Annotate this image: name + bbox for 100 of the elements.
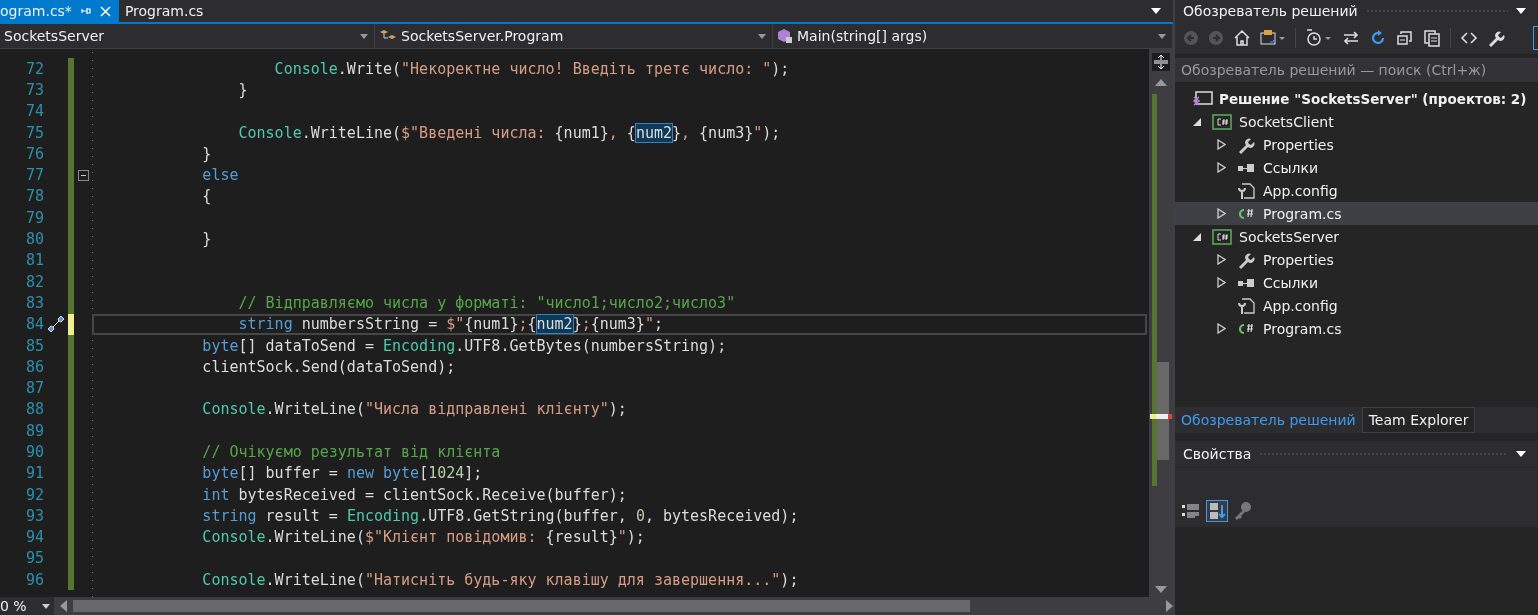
line-number: 76 <box>24 144 44 163</box>
scroll-right-icon[interactable] <box>1166 600 1173 612</box>
caret-icon[interactable] <box>360 33 368 39</box>
line-number: 73 <box>24 80 44 99</box>
code-line: // Відправляємо числа у форматі: "число1;число2;число3" <box>237 293 736 312</box>
code-line: } <box>201 230 212 249</box>
tree-item[interactable]: Program.cs <box>1175 202 1538 225</box>
categorized-icon[interactable] <box>1181 502 1201 520</box>
expander-icon[interactable] <box>1192 231 1202 242</box>
dropdown-arrow-icon[interactable] <box>1516 8 1526 14</box>
line-number: 95 <box>24 549 44 568</box>
wrench-icon[interactable] <box>1487 29 1505 47</box>
line-number: 92 <box>24 485 44 504</box>
tree-item[interactable]: App.config <box>1175 179 1538 202</box>
line-number: 86 <box>24 357 44 376</box>
home-icon[interactable] <box>1233 29 1251 47</box>
split-icon[interactable] <box>1152 53 1170 71</box>
tree-item[interactable]: App.config <box>1175 294 1538 317</box>
history-icon[interactable] <box>1305 29 1333 47</box>
scroll-up-icon[interactable] <box>1155 79 1167 86</box>
caret-icon[interactable] <box>758 33 766 39</box>
code-line: Console.WriteLine($"Введені числа: {num1}, {num2}, {num3}"); <box>237 123 781 142</box>
tree-item[interactable]: Ссылки <box>1175 156 1538 179</box>
code-line: Console.WriteLine("Натисніть будь-яку клавішу для завершення..."); <box>201 570 799 589</box>
document-tab[interactable]: ogram.cs* <box>0 0 119 22</box>
line-number: 81 <box>24 251 44 270</box>
dropdown-arrow-icon[interactable] <box>1516 451 1526 457</box>
expander-icon[interactable] <box>1216 139 1226 150</box>
code-line: } <box>201 144 212 163</box>
scrollbar-thumb[interactable] <box>1157 362 1169 460</box>
config-file-icon <box>1237 181 1255 200</box>
sync-icon[interactable] <box>1260 29 1286 47</box>
scrollbar-thumb[interactable] <box>73 600 970 612</box>
key-icon[interactable] <box>1233 501 1253 521</box>
zoom-dropdown[interactable]: 0 % <box>0 597 54 615</box>
line-number: 84 <box>24 315 44 334</box>
tree-item[interactable]: Program.cs <box>1175 317 1538 340</box>
caret-icon[interactable] <box>1158 33 1166 39</box>
tree-item[interactable]: Ссылки <box>1175 271 1538 294</box>
refresh-icon[interactable] <box>1369 29 1387 47</box>
code-line: Console.WriteLine("Числа відправлені клієнту"); <box>201 400 627 419</box>
screwdriver-icon[interactable] <box>46 314 66 335</box>
code-line: // Очікуємо результат від клієнта <box>201 443 501 461</box>
csharp-file-icon <box>1236 206 1256 221</box>
tree-item[interactable]: SocketsServer <box>1175 225 1538 248</box>
line-number: 80 <box>24 230 44 248</box>
code-line: Console.WriteLine($"Клієнт повідомив: {result}"); <box>201 528 645 547</box>
expander-icon[interactable] <box>1216 254 1226 265</box>
code-line: byte[] buffer = new byte[1024]; <box>201 464 483 483</box>
line-number: 89 <box>24 421 44 440</box>
alphabetical-sort-icon[interactable] <box>1206 500 1228 522</box>
line-number: 79 <box>24 208 44 227</box>
expander-icon[interactable] <box>1192 116 1202 127</box>
line-number: 87 <box>24 379 44 398</box>
tree-item[interactable]: SocketsClient <box>1175 110 1538 133</box>
collapse-all-icon[interactable] <box>1396 29 1414 47</box>
navigation-dropdown[interactable]: Main(string[] args) <box>773 24 1173 48</box>
navigation-dropdown[interactable]: SocketsServer.Program <box>375 24 773 48</box>
line-number: 94 <box>24 528 44 547</box>
panel-tab[interactable]: Обозреватель решений <box>1175 407 1362 433</box>
references-icon <box>1237 277 1255 288</box>
line-number: 74 <box>24 102 44 121</box>
caret-position-marker <box>1150 414 1172 419</box>
code-line: } <box>237 80 248 99</box>
panel-title: Обозреватель решений <box>1183 3 1358 19</box>
scroll-down-icon[interactable] <box>1155 586 1167 593</box>
line-number: 85 <box>24 336 44 355</box>
expander-icon[interactable] <box>1216 208 1226 219</box>
line-number: 82 <box>24 272 44 291</box>
expander-icon[interactable] <box>1216 323 1226 334</box>
line-number: 78 <box>24 187 44 206</box>
tree-item[interactable]: Properties <box>1175 248 1538 271</box>
csharp-project-icon <box>1212 113 1232 130</box>
close-icon[interactable] <box>99 5 111 17</box>
navigation-dropdown[interactable]: SocketsServer <box>0 24 375 48</box>
scroll-left-icon[interactable] <box>60 600 67 612</box>
expander-icon[interactable] <box>1216 162 1226 173</box>
code-line: Console.Write("Некоректне число! Введіть третє число: "); <box>273 59 790 78</box>
pin-icon[interactable] <box>79 5 92 17</box>
copy-icon[interactable] <box>1423 29 1441 47</box>
code-line: { <box>201 187 212 206</box>
line-number: 90 <box>24 443 44 461</box>
panel-tab[interactable]: Team Explorer <box>1361 407 1476 433</box>
method-icon <box>777 28 793 44</box>
dropdown-arrow-icon[interactable] <box>1151 8 1161 14</box>
references-icon <box>1237 162 1255 173</box>
expander-icon[interactable] <box>1216 277 1226 288</box>
csharp-project-icon <box>1212 228 1232 245</box>
solution-label[interactable]: Решение "SocketsServer" (проектов: 2) <box>1219 90 1527 107</box>
tree-item[interactable]: Properties <box>1175 133 1538 156</box>
line-number: 88 <box>24 400 44 419</box>
collapse-icon[interactable] <box>77 169 89 181</box>
line-number: 77 <box>24 166 44 185</box>
caret-icon[interactable] <box>42 603 50 609</box>
search-field[interactable]: Обозреватель решений — поиск (Ctrl+ж) <box>1175 58 1538 82</box>
code-line: int bytesReceived = clientSock.Receive(buffer); <box>201 485 627 504</box>
document-tab[interactable]: Program.cs <box>118 0 212 22</box>
code-line: string numbersString = $"{num1};{num2};{num3}"; <box>237 315 663 334</box>
switch-icon[interactable] <box>1342 29 1360 47</box>
line-number: 72 <box>24 59 44 78</box>
